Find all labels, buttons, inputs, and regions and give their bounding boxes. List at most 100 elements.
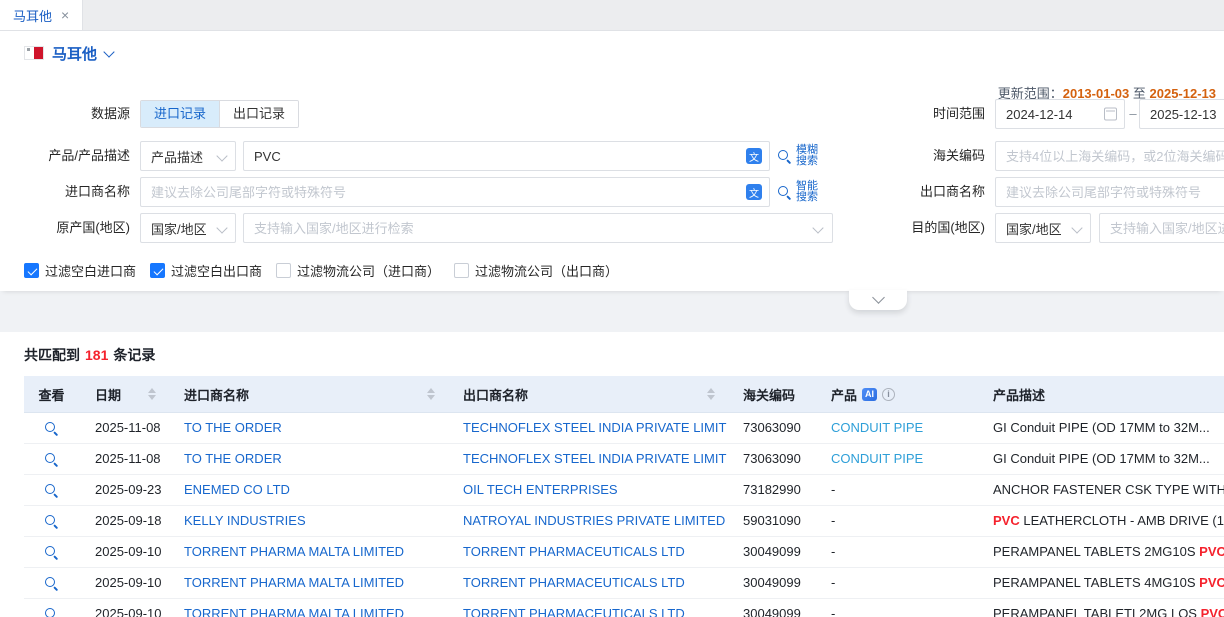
destination-field xyxy=(1099,213,1224,243)
exporter-link[interactable]: TORRENT PHARMACEUTICALS LTD xyxy=(463,544,685,559)
importer-cell: KELLY INDUSTRIES xyxy=(168,506,447,537)
close-icon[interactable]: × xyxy=(61,8,69,22)
importer-link[interactable]: TORRENT PHARMA MALTA LIMITED xyxy=(184,606,404,617)
checkbox-label: 过滤物流公司（进口商） xyxy=(297,261,440,280)
importer-label: 进口商名称 xyxy=(0,177,130,207)
importer-link[interactable]: TO THE ORDER xyxy=(184,420,282,435)
smart-search-label-2: 搜索 xyxy=(796,192,818,203)
desc-text: PERAMPANEL TABLETL2MG LOS xyxy=(993,606,1201,617)
table-row: 2025-09-10 TORRENT PHARMA MALTA LIMITED … xyxy=(24,537,1224,568)
calendar-icon xyxy=(1104,108,1117,121)
chevron-down-icon xyxy=(1071,222,1082,233)
checkbox-label: 过滤物流公司（出口商） xyxy=(475,261,618,280)
importer-link[interactable]: TORRENT PHARMA MALTA LIMITED xyxy=(184,575,404,590)
desc-text: PERAMPANEL TABLETS 2MG10S xyxy=(993,544,1199,559)
exporter-link[interactable]: TORRENT PHARMACEUTICALS LTD xyxy=(463,575,685,590)
view-cell xyxy=(24,475,79,506)
importer-link[interactable]: TO THE ORDER xyxy=(184,451,282,466)
product-cell: - xyxy=(815,537,977,568)
product-link[interactable]: CONDUIT PIPE xyxy=(831,451,923,466)
chevron-down-icon[interactable] xyxy=(103,46,114,57)
col-date[interactable]: 日期 xyxy=(79,376,168,413)
description-cell: PERAMPANEL TABLETS 4MG10S PVC... xyxy=(977,568,1224,599)
filter-panel: 更新范围：2013-01-03 至 2025-12-13 数据源 进口记录 出口… xyxy=(0,75,1224,291)
importer-link[interactable]: KELLY INDUSTRIES xyxy=(184,513,306,528)
table-row: 2025-09-18 KELLY INDUSTRIES NATROYAL IND… xyxy=(24,506,1224,537)
checkbox-checked-icon[interactable] xyxy=(24,263,39,278)
smart-search-button[interactable]: 智能 搜索 xyxy=(777,177,818,207)
desc-highlight: PVC xyxy=(1201,606,1224,617)
exporter-link[interactable]: TECHNOFLEX STEEL INDIA PRIVATE LIMITED xyxy=(463,451,727,466)
exporter-link[interactable]: TECHNOFLEX STEEL INDIA PRIVATE LIMITED xyxy=(463,420,727,435)
view-magnifier-icon[interactable] xyxy=(44,607,59,617)
view-magnifier-icon[interactable] xyxy=(44,545,59,560)
importer-cell: TO THE ORDER xyxy=(168,413,447,444)
tab-import-records[interactable]: 进口记录 xyxy=(141,101,219,127)
col-importer[interactable]: 进口商名称 xyxy=(168,376,447,413)
source-tabs: 进口记录 出口记录 xyxy=(140,100,299,128)
product-type-select[interactable]: 产品描述 xyxy=(140,141,236,171)
checkbox-filter-blank-importer[interactable]: 过滤空白进口商 xyxy=(24,261,136,280)
checkbox-unchecked-icon[interactable] xyxy=(454,263,469,278)
desc-highlight: PVC xyxy=(993,513,1020,528)
date-end-field xyxy=(1139,99,1224,129)
origin-input[interactable] xyxy=(243,213,833,243)
view-magnifier-icon[interactable] xyxy=(44,483,59,498)
checkbox-filter-logistics-importer[interactable]: 过滤物流公司（进口商） xyxy=(276,261,440,280)
date-range-dash: – xyxy=(1127,99,1139,129)
browser-tab-malta[interactable]: 马耳他 × xyxy=(0,0,83,30)
hs-code-cell: 59031090 xyxy=(727,506,815,537)
col-view: 查看 xyxy=(24,376,79,413)
fuzzy-search-button[interactable]: 模糊 搜索 xyxy=(777,141,818,171)
exporter-link[interactable]: TORRENT PHARMACEUTICALS LTD xyxy=(463,606,685,617)
exporter-cell: TECHNOFLEX STEEL INDIA PRIVATE LIMITED xyxy=(447,444,727,475)
product-link[interactable]: CONDUIT PIPE xyxy=(831,420,923,435)
results-section: 共匹配到181条记录 查看 日期 进口商名称 xyxy=(0,332,1224,617)
view-magnifier-icon[interactable] xyxy=(44,514,59,529)
hs-code-cell: 30049099 xyxy=(727,568,815,599)
date-end-input[interactable] xyxy=(1139,99,1224,129)
destination-input[interactable] xyxy=(1099,213,1224,243)
view-cell xyxy=(24,413,79,444)
view-magnifier-icon[interactable] xyxy=(44,421,59,436)
importer-link[interactable]: ENEMED CO LTD xyxy=(184,482,290,497)
table-row: 2025-11-08 TO THE ORDER TECHNOFLEX STEEL… xyxy=(24,444,1224,475)
date-cell: 2025-09-10 xyxy=(79,537,168,568)
product-cell: CONDUIT PIPE xyxy=(815,413,977,444)
view-magnifier-icon[interactable] xyxy=(44,452,59,467)
exporter-input[interactable] xyxy=(995,177,1224,207)
table-row: 2025-11-08 TO THE ORDER TECHNOFLEX STEEL… xyxy=(24,413,1224,444)
tab-export-records[interactable]: 出口记录 xyxy=(219,101,298,127)
hs-code-label: 海关编码 xyxy=(860,141,985,171)
importer-input[interactable] xyxy=(140,177,770,207)
product-cell: CONDUIT PIPE xyxy=(815,444,977,475)
col-exporter[interactable]: 出口商名称 xyxy=(447,376,727,413)
exporter-link[interactable]: OIL TECH ENTERPRISES xyxy=(463,482,618,497)
exporter-link[interactable]: NATROYAL INDUSTRIES PRIVATE LIMITED xyxy=(463,513,725,528)
hs-code-cell: 73182990 xyxy=(727,475,815,506)
date-cell: 2025-11-08 xyxy=(79,444,168,475)
date-cell: 2025-09-10 xyxy=(79,568,168,599)
checkbox-label: 过滤空白进口商 xyxy=(45,261,136,280)
hs-code-input[interactable] xyxy=(995,141,1224,171)
description-cell: PERAMPANEL TABLETS 2MG10S PVC... xyxy=(977,537,1224,568)
importer-link[interactable]: TORRENT PHARMA MALTA LIMITED xyxy=(184,544,404,559)
translate-icon[interactable]: 文 xyxy=(746,148,762,164)
translate-icon[interactable]: 文 xyxy=(746,184,762,200)
product-input[interactable] xyxy=(243,141,770,171)
destination-type-select[interactable]: 国家/地区 xyxy=(995,213,1091,243)
collapse-panel-button[interactable] xyxy=(849,290,907,310)
checkbox-checked-icon[interactable] xyxy=(150,263,165,278)
time-range-label: 时间范围 xyxy=(860,99,985,129)
checkbox-filter-blank-exporter[interactable]: 过滤空白出口商 xyxy=(150,261,262,280)
table-row: 2025-09-10 TORRENT PHARMA MALTA LIMITED … xyxy=(24,568,1224,599)
checkbox-unchecked-icon[interactable] xyxy=(276,263,291,278)
info-icon[interactable]: i xyxy=(882,388,895,401)
checkbox-filter-logistics-exporter[interactable]: 过滤物流公司（出口商） xyxy=(454,261,618,280)
view-magnifier-icon[interactable] xyxy=(44,576,59,591)
malta-flag-icon xyxy=(24,46,44,60)
origin-type-select[interactable]: 国家/地区 xyxy=(140,213,236,243)
importer-cell: TORRENT PHARMA MALTA LIMITED xyxy=(168,599,447,617)
view-cell xyxy=(24,537,79,568)
table-row: 2025-09-10 TORRENT PHARMA MALTA LIMITED … xyxy=(24,599,1224,617)
